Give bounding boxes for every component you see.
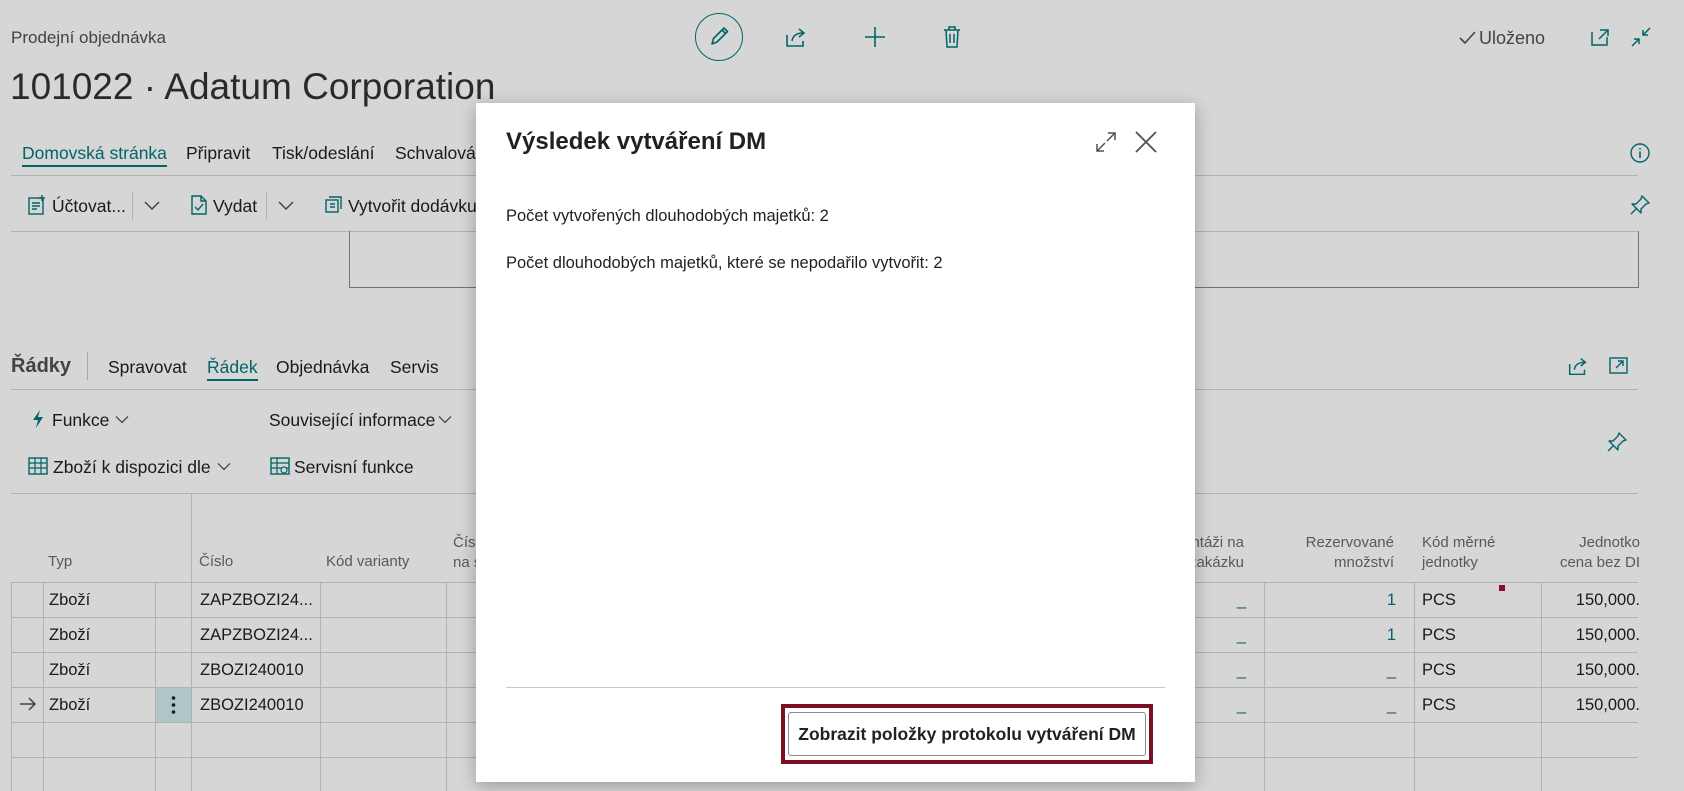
dialog-divider: [506, 687, 1165, 688]
maximize-button[interactable]: [1094, 130, 1118, 154]
close-button[interactable]: [1132, 128, 1160, 156]
close-icon: [1135, 131, 1157, 153]
dialog-title: Výsledek vytváření DM: [506, 128, 767, 155]
failed-count-message: Počet dlouhodobých majetků, které se nep…: [506, 254, 943, 272]
expand-diagonal-icon: [1096, 132, 1116, 152]
sales-order-page: Prodejní objednávka 101022 · Adatum Corp…: [0, 0, 1684, 791]
created-count-message: Počet vytvořených dlouhodobých majetků: …: [506, 207, 829, 225]
fa-creation-result-dialog: Výsledek vytváření DM Počet vytvořených …: [476, 103, 1195, 782]
show-fa-log-entries-button[interactable]: Zobrazit položky protokolu vytváření DM: [788, 712, 1146, 756]
